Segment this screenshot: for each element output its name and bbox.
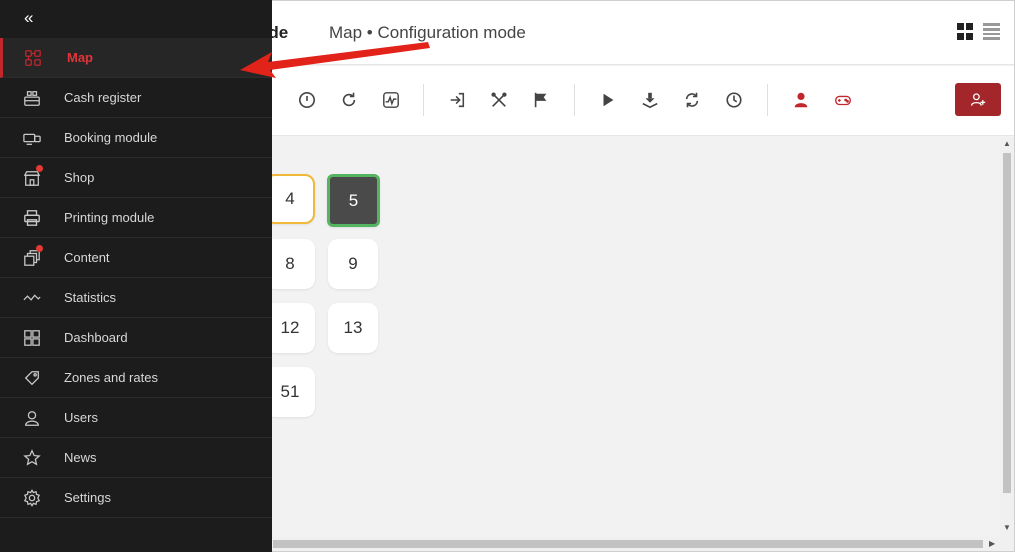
map-tile[interactable]: 51	[265, 367, 315, 417]
sidebar-item-label: Shop	[64, 170, 95, 185]
users-icon	[23, 409, 41, 427]
sidebar-item-label: Content	[64, 250, 110, 265]
operator-icon[interactable]	[791, 90, 811, 110]
sidebar-item-label: News	[64, 450, 97, 465]
history-icon[interactable]	[724, 90, 744, 110]
zones-icon	[23, 369, 41, 387]
list-view-icon[interactable]	[983, 23, 1000, 40]
tools-icon[interactable]	[489, 90, 509, 110]
scroll-right-icon[interactable]: ▶	[989, 539, 995, 548]
statistics-icon	[23, 289, 41, 307]
sidebar-item-content[interactable]: Content	[0, 238, 272, 278]
map-tile[interactable]: 8	[265, 239, 315, 289]
sidebar-item-label: Statistics	[64, 290, 117, 305]
printer-icon	[23, 209, 41, 227]
sidebar-item-booking-module[interactable]: Booking module	[0, 118, 272, 158]
sidebar-item-shop[interactable]: Shop	[0, 158, 272, 198]
sidebar-item-label: Users	[64, 410, 98, 425]
map-tile-selected[interactable]: 5	[327, 174, 380, 227]
sidebar-item-label: Printing module	[64, 210, 155, 225]
sidebar-item-dashboard[interactable]: Dashboard	[0, 318, 272, 358]
sidebar-item-printing-module[interactable]: Printing module	[0, 198, 272, 238]
sidebar-item-label: Zones and rates	[64, 370, 158, 385]
notification-badge	[36, 245, 43, 252]
booking-icon	[23, 129, 41, 147]
dashboard-icon	[23, 329, 41, 347]
scroll-down-icon[interactable]: ▼	[1003, 523, 1011, 532]
notification-badge	[36, 165, 43, 172]
collapse-sidebar-icon[interactable]: «	[24, 8, 33, 28]
cash-register-icon	[23, 89, 41, 107]
map-tile[interactable]: 9	[328, 239, 378, 289]
play-icon[interactable]	[598, 90, 618, 110]
flag-icon[interactable]	[531, 90, 551, 110]
gamepad-icon[interactable]	[833, 90, 853, 110]
annotation-arrow	[240, 42, 430, 78]
sidebar-item-label: Cash register	[64, 90, 142, 105]
horizontal-scroll-thumb[interactable]	[273, 540, 983, 548]
sidebar-item-zones-and-rates[interactable]: Zones and rates	[0, 358, 272, 398]
map-tile[interactable]: 4	[265, 174, 315, 224]
vertical-scroll-thumb[interactable]	[1003, 153, 1011, 493]
map-tile[interactable]: 13	[328, 303, 378, 353]
sidebar-item-statistics[interactable]: Statistics	[0, 278, 272, 318]
sidebar-item-news[interactable]: News	[0, 438, 272, 478]
vertical-scrollbar[interactable]: ▲ ▼	[1000, 137, 1014, 537]
monitor-icon[interactable]	[381, 90, 401, 110]
sidebar-item-label: Map	[67, 50, 93, 65]
sync-icon[interactable]	[682, 90, 702, 110]
sidebar-menu: Map Cash register Booking module Shop Pr…	[0, 38, 272, 518]
scroll-up-icon[interactable]: ▲	[1003, 139, 1011, 148]
info-icon[interactable]	[297, 90, 317, 110]
gear-icon	[23, 489, 41, 507]
add-user-button[interactable]	[955, 83, 1001, 116]
refresh-icon[interactable]	[339, 90, 359, 110]
sidebar-item-label: Settings	[64, 490, 111, 505]
login-icon[interactable]	[447, 90, 467, 110]
map-icon	[24, 49, 42, 67]
sidebar-item-label: Booking module	[64, 130, 158, 145]
sidebar-item-label: Dashboard	[64, 330, 128, 345]
map-tile[interactable]: 12	[265, 303, 315, 353]
download-icon[interactable]	[640, 90, 660, 110]
star-icon	[23, 449, 41, 467]
sidebar-item-settings[interactable]: Settings	[0, 478, 272, 518]
add-user-icon	[970, 92, 986, 106]
sidebar-item-users[interactable]: Users	[0, 398, 272, 438]
grid-view-icon[interactable]	[957, 23, 974, 40]
